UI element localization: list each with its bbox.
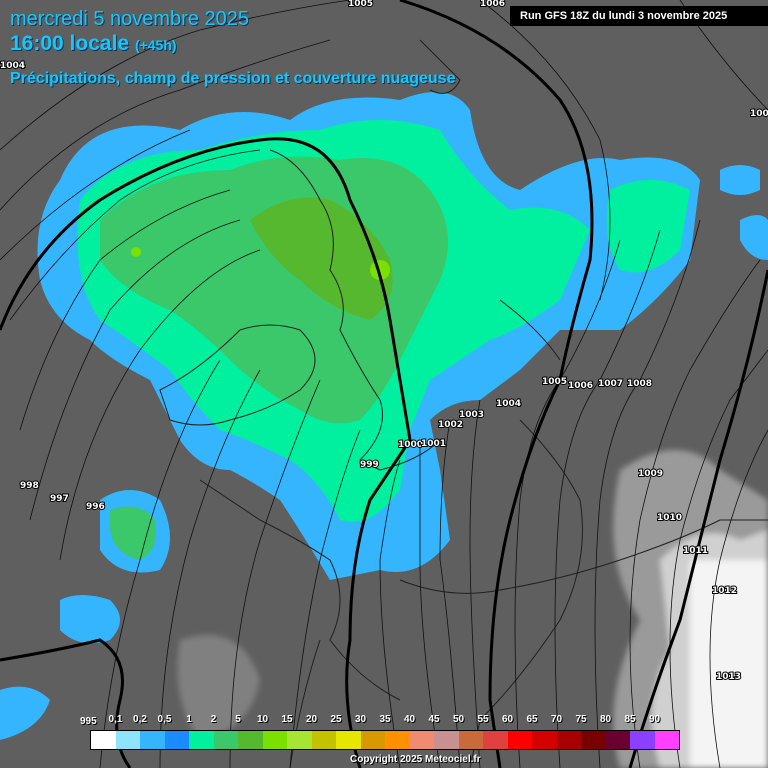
legend-label: 50 [452, 714, 465, 725]
isobar-label: 100 [750, 109, 768, 119]
legend-label: 75 [575, 714, 587, 725]
legend-swatch [385, 731, 410, 749]
legend-swatch [630, 731, 655, 749]
legend-swatch [581, 731, 606, 749]
isobar-label: 996 [86, 502, 105, 512]
legend-swatch [507, 731, 532, 749]
isobar-label: 1013 [716, 672, 741, 682]
legend-swatch [409, 731, 434, 749]
isobar-label: 1004 [496, 399, 521, 409]
legend-swatches [90, 730, 680, 750]
isobar-label: 1002 [438, 420, 463, 430]
legend-swatch [336, 731, 361, 749]
legend-swatch [605, 731, 630, 749]
legend-label: 0,5 [157, 714, 172, 725]
legend-swatch [654, 731, 679, 749]
isobar-label: 1005 [542, 377, 567, 387]
isobar-label: 1000 [398, 440, 423, 450]
legend-swatch [164, 731, 189, 749]
precipitation-legend: 0,1 0,2 0,5 1 2 5 10 15 20 25 30 35 40 45 50 55 60 65 70 75… [90, 714, 680, 750]
legend-swatch [140, 731, 165, 749]
legend-swatch [238, 731, 263, 749]
legend-swatch [213, 731, 238, 749]
legend-label: 85 [624, 714, 636, 725]
legend-label: 25 [330, 714, 342, 725]
isobar-label: 1008 [627, 379, 652, 389]
legend-label: 0,1 [108, 714, 123, 725]
isobar-label: 1006 [480, 0, 505, 9]
legend-swatch [189, 731, 214, 749]
legend-swatch [311, 731, 336, 749]
legend-label: 90 [648, 714, 661, 725]
legend-label: 30 [354, 714, 367, 725]
legend-swatch [458, 731, 483, 749]
legend-swatch [262, 731, 287, 749]
legend-label: 35 [379, 714, 391, 725]
run-banner: Run GFS 18Z du lundi 3 novembre 2025 [510, 6, 768, 26]
legend-label: 5 [235, 714, 241, 725]
weather-map: 1005 1006 1004 100 1005 1006 1007 1008 1… [0, 0, 768, 768]
legend-swatch [287, 731, 312, 749]
legend-label: 65 [526, 714, 538, 725]
isobar-label: 1009 [638, 469, 663, 479]
local-time: 16:00 locale [10, 32, 130, 55]
forecast-time: 16:00 locale (+45h) [10, 32, 177, 56]
legend-swatch [556, 731, 581, 749]
legend-label: 20 [305, 714, 318, 725]
legend-swatch [483, 731, 508, 749]
legend-label: 2 [210, 714, 217, 725]
forecast-date: mercredi 5 novembre 2025 [10, 8, 250, 30]
isobar-label: 1001 [421, 439, 446, 449]
copyright: Copyright 2025 Meteociel.fr [350, 754, 481, 765]
legend-swatch [434, 731, 459, 749]
isobar-label: 998 [20, 481, 39, 491]
isobar-label: 1010 [657, 513, 682, 523]
legend-label: 15 [281, 714, 293, 725]
legend-label: 10 [256, 714, 269, 725]
legend-label: 55 [477, 714, 489, 725]
map-subtitle: Précipitations, champ de pression et cou… [10, 70, 456, 87]
legend-label: 0,2 [133, 714, 147, 725]
legend-label: 40 [403, 714, 416, 725]
isobar-label: 1012 [712, 586, 737, 596]
legend-label: 70 [550, 714, 563, 725]
isobar-label: 1003 [459, 410, 484, 420]
legend-label: 1 [186, 714, 192, 725]
isobar-label: 1006 [568, 381, 593, 391]
legend-swatch [532, 731, 557, 749]
lead-time: (+45h) [134, 37, 177, 53]
legend-label: 45 [428, 714, 440, 725]
legend-label: 80 [599, 714, 612, 725]
isobar-label: 1011 [683, 546, 708, 556]
legend-swatch [91, 731, 116, 749]
legend-swatch [360, 731, 385, 749]
isobar-label: 1005 [348, 0, 373, 9]
legend-swatch [115, 731, 140, 749]
isobar-label-995: 995 [80, 716, 97, 727]
isobar-label: 997 [50, 494, 69, 504]
isobar-label: 1007 [598, 379, 623, 389]
isobar-label: 999 [360, 460, 379, 470]
legend-label: 60 [501, 714, 514, 725]
